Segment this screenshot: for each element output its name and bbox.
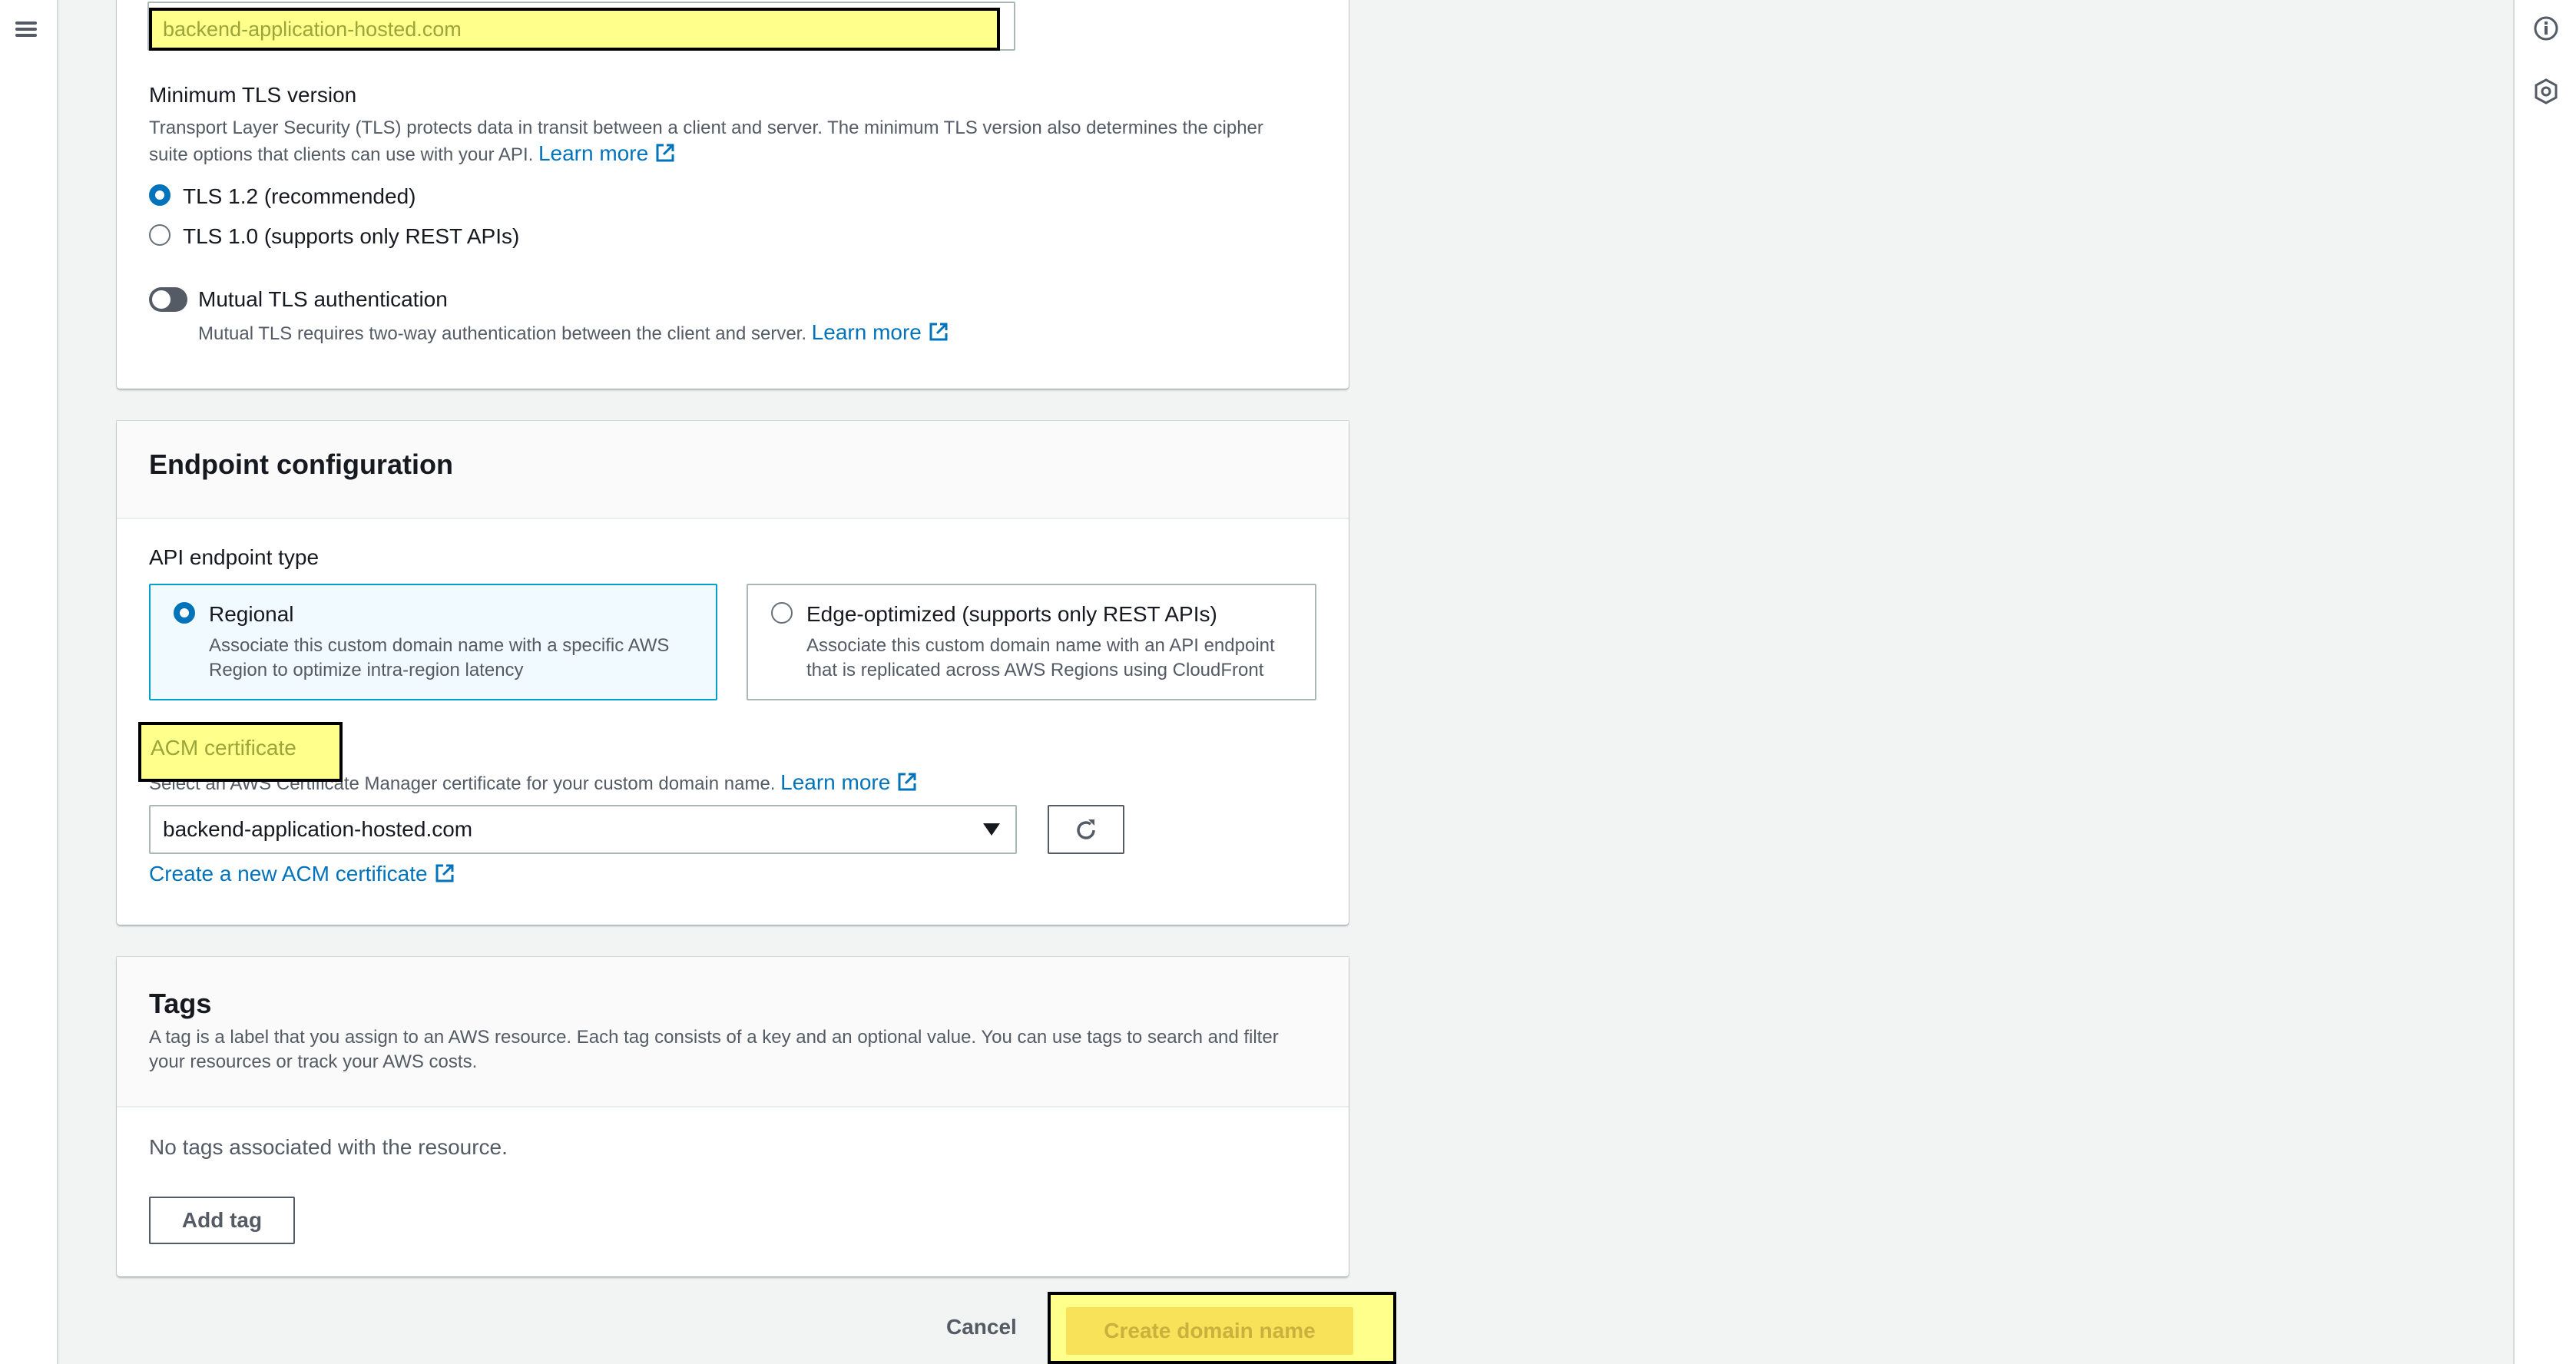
external-link-icon <box>435 864 454 882</box>
regional-desc-line1: Associate this custom domain name with a… <box>209 635 670 656</box>
domain-name-highlight: backend-application-hosted.com <box>149 8 1000 51</box>
acm-learn-more-link[interactable]: Learn more <box>780 770 918 794</box>
refresh-button[interactable] <box>1048 805 1124 854</box>
acm-learn-more-text: Learn more <box>780 770 891 794</box>
tools-rail <box>2513 0 2576 1364</box>
cancel-button[interactable]: Cancel <box>946 1315 1017 1339</box>
edge-desc-line1: Associate this custom domain name with a… <box>806 635 1275 656</box>
no-tags-message: No tags associated with the resource. <box>149 1135 508 1159</box>
acm-certificate-select[interactable]: backend-application-hosted.com <box>149 805 1017 854</box>
tags-title: Tags <box>149 988 212 1019</box>
side-navigation-rail <box>0 0 58 1364</box>
regional-title: Regional <box>209 602 294 626</box>
caret-down-icon <box>983 823 1000 836</box>
external-link-icon <box>656 144 674 162</box>
external-link-icon <box>898 773 916 791</box>
regional-option-tile[interactable]: Regional Associate this custom domain na… <box>149 584 717 700</box>
settings-hexagon-icon[interactable] <box>2531 77 2561 106</box>
edge-desc-line2: that is replicated across AWS Regions us… <box>806 660 1264 680</box>
mutual-tls-toggle[interactable] <box>149 287 187 312</box>
endpoint-type-label: API endpoint type <box>149 545 320 569</box>
tls-learn-more-text: Learn more <box>538 141 649 165</box>
mutual-tls-label: Mutual TLS authentication <box>198 287 448 311</box>
domain-name-value: backend-application-hosted.com <box>163 18 462 41</box>
tags-desc-line1: A tag is a label that you assign to an A… <box>149 1027 1279 1048</box>
tls12-radio[interactable] <box>149 184 171 206</box>
regional-desc-line2: Region to optimize intra-region latency <box>209 660 524 680</box>
tags-card-header: Tags A tag is a label that you assign to… <box>117 957 1349 1107</box>
tls10-label: TLS 1.0 (supports only REST APIs) <box>183 224 520 248</box>
add-tag-button[interactable]: Add tag <box>149 1197 295 1244</box>
edge-optimized-title: Edge-optimized (supports only REST APIs) <box>806 602 1217 626</box>
acm-label: ACM certificate <box>151 736 296 760</box>
tags-desc-line2: your resources or track your AWS costs. <box>149 1051 478 1072</box>
mutual-tls-learn-more-link[interactable]: Learn more <box>812 320 949 344</box>
acm-label-highlight: ACM certificate <box>138 722 343 782</box>
acm-selected-value: backend-application-hosted.com <box>163 817 473 841</box>
endpoint-configuration-card: Endpoint configuration API endpoint type… <box>117 421 1349 925</box>
external-link-icon <box>929 323 948 341</box>
refresh-icon <box>1077 819 1095 839</box>
tls10-radio[interactable] <box>149 224 171 246</box>
edge-optimized-option-tile[interactable]: Edge-optimized (supports only REST APIs)… <box>747 584 1316 700</box>
tls-description-text: Transport Layer Security (TLS) protects … <box>149 118 1263 165</box>
create-domain-name-button[interactable]: Create domain name <box>1066 1307 1353 1355</box>
tls-description: Transport Layer Security (TLS) protects … <box>149 115 1286 167</box>
mutual-tls-learn-more-text: Learn more <box>811 320 922 344</box>
edge-optimized-radio[interactable] <box>771 602 793 624</box>
domain-details-card: backend-application-hosted.com Minimum T… <box>117 0 1349 389</box>
regional-radio[interactable] <box>174 602 195 624</box>
info-icon[interactable] <box>2531 14 2561 43</box>
create-acm-certificate-link[interactable]: Create a new ACM certificate <box>149 862 455 886</box>
tags-card: Tags A tag is a label that you assign to… <box>117 957 1349 1276</box>
tls-learn-more-link[interactable]: Learn more <box>538 141 676 165</box>
tls-label: Minimum TLS version <box>149 83 357 107</box>
create-button-highlight: Create domain name <box>1048 1292 1396 1364</box>
create-acm-text: Create a new ACM certificate <box>149 862 428 886</box>
mutual-tls-description: Mutual TLS requires two-way authenticati… <box>198 319 949 346</box>
tls12-label: TLS 1.2 (recommended) <box>183 184 416 208</box>
hamburger-menu-icon[interactable] <box>14 17 38 41</box>
endpoint-title: Endpoint configuration <box>149 449 453 480</box>
endpoint-card-header: Endpoint configuration <box>117 421 1349 519</box>
mutual-tls-description-text: Mutual TLS requires two-way authenticati… <box>198 323 806 344</box>
